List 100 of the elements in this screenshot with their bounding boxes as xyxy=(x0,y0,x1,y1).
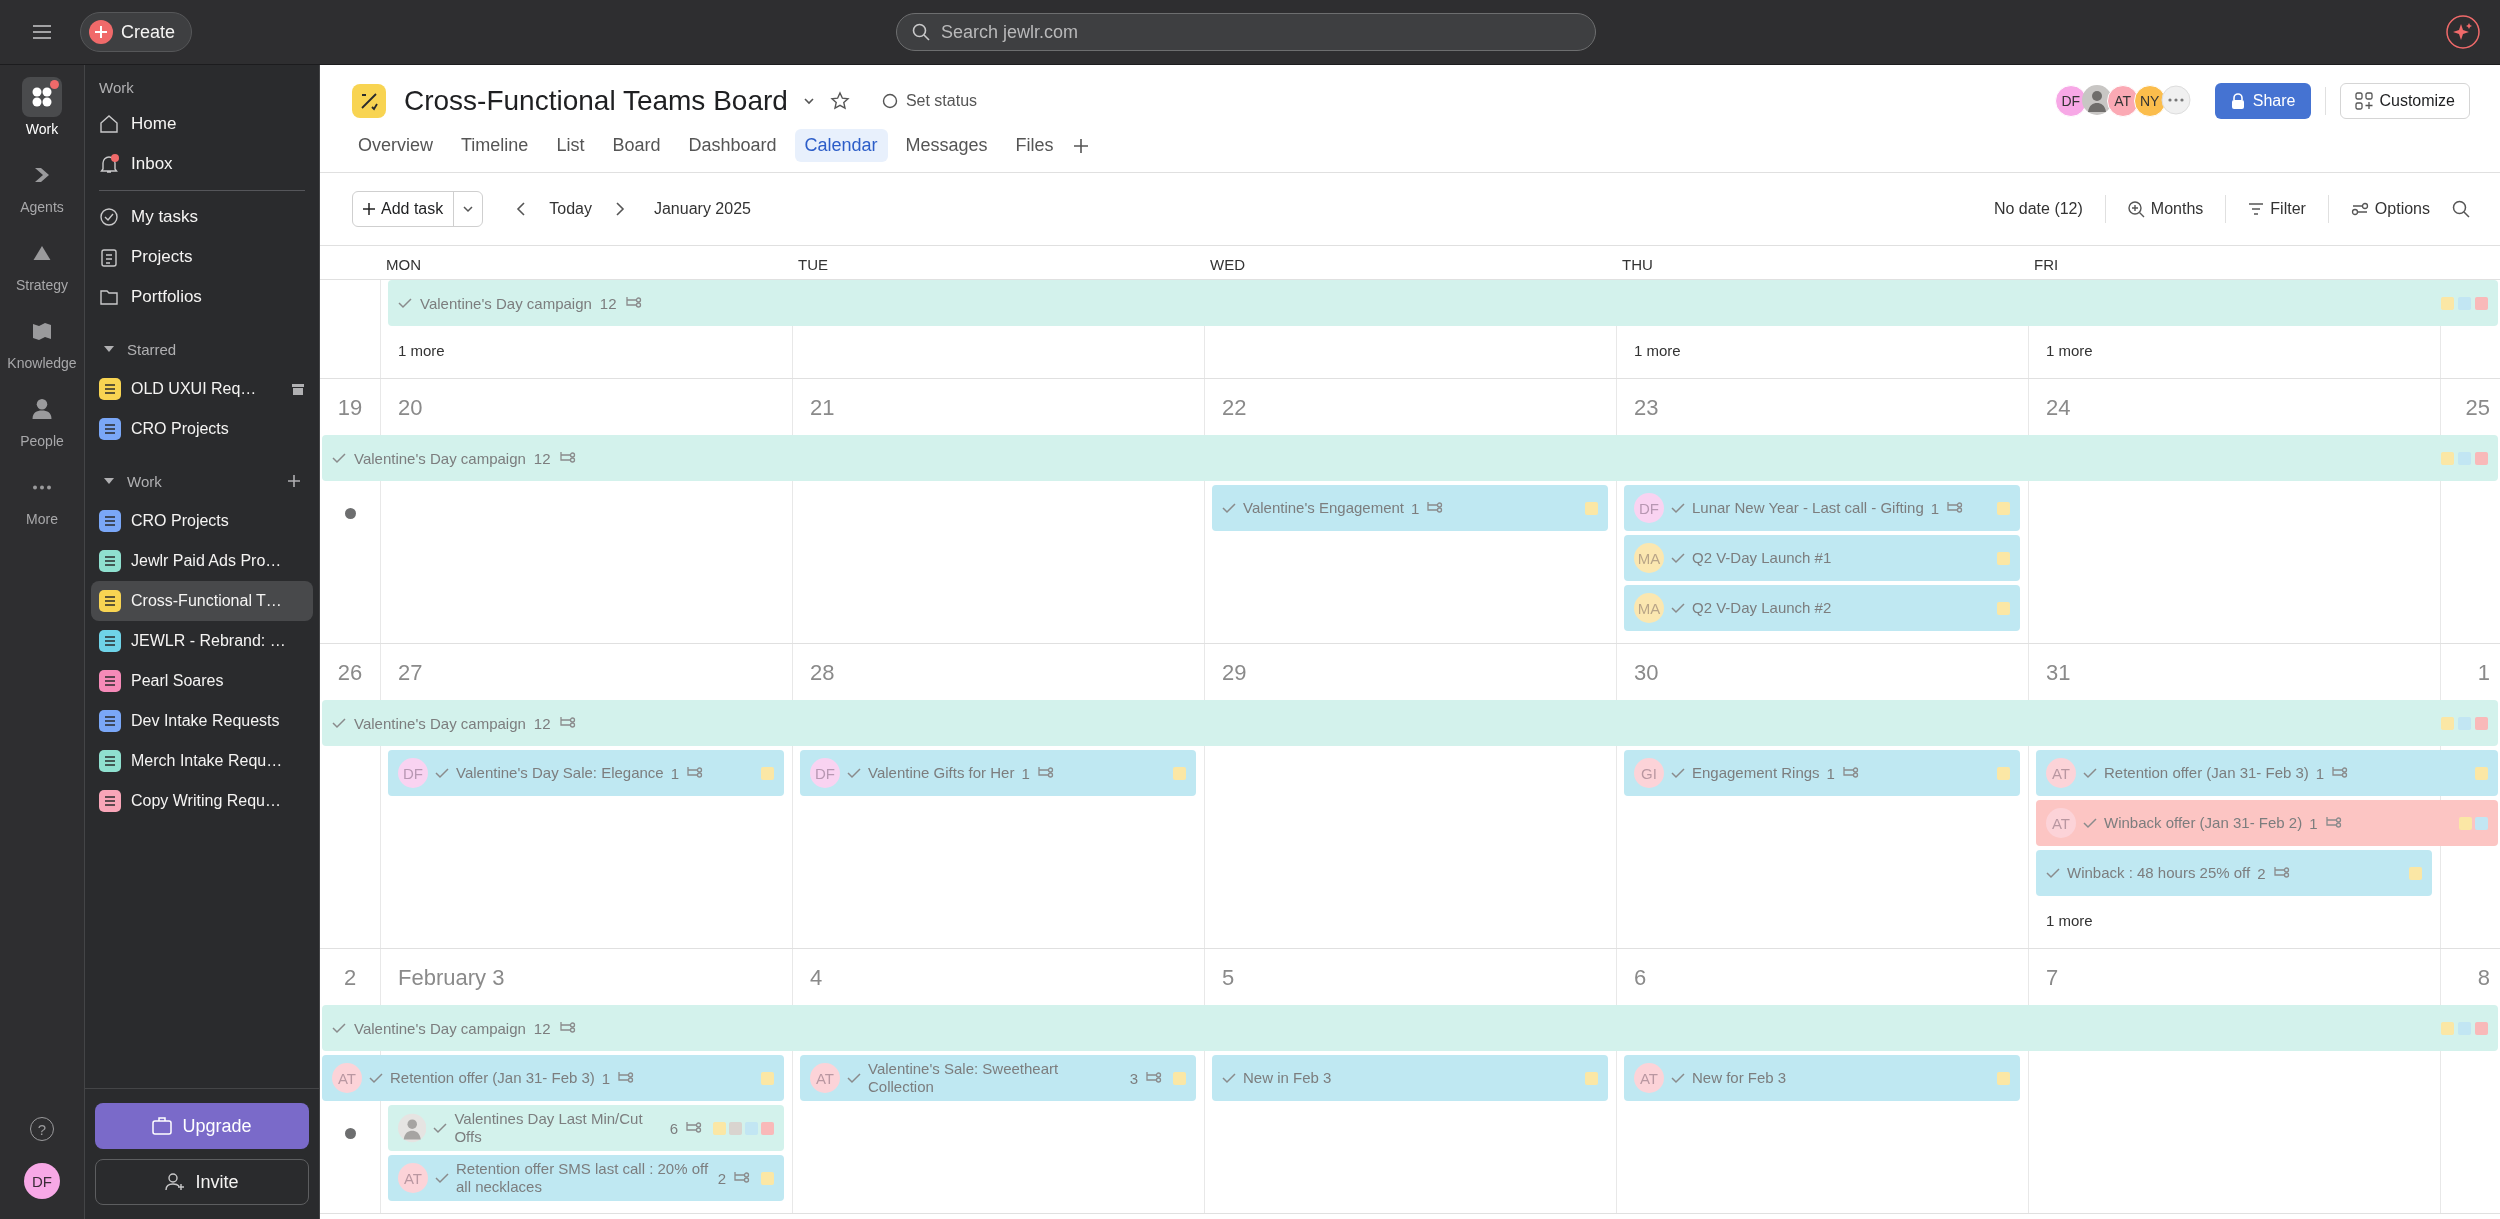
plus-icon[interactable] xyxy=(287,474,301,488)
task-bar[interactable]: Valentines Day Last Min/Cut Offs 6 xyxy=(388,1105,784,1151)
project-item[interactable]: Pearl Soares xyxy=(91,661,313,701)
triangle-icon xyxy=(32,245,52,261)
subtask-count: 1 xyxy=(1930,499,1940,517)
weekday-label: THU xyxy=(1621,256,1654,275)
sidebar-item[interactable]: My tasks xyxy=(91,197,313,237)
project-name: CRO Projects xyxy=(131,512,229,530)
rail-item[interactable]: Agents xyxy=(20,151,64,219)
campaign-bar[interactable]: Valentine's Day campaign 12 xyxy=(322,700,2498,746)
tab[interactable]: Messages xyxy=(895,129,998,162)
invite-button[interactable]: Invite xyxy=(95,1159,309,1205)
more-link[interactable]: 1 more xyxy=(380,330,445,359)
assignee-avatar: GI xyxy=(1634,758,1664,788)
project-item[interactable]: OLD UXUI Req… xyxy=(91,369,313,409)
subtask-icon xyxy=(617,1071,636,1085)
project-item[interactable]: Dev Intake Requests xyxy=(91,701,313,741)
more-link[interactable]: 1 more xyxy=(2028,330,2093,359)
project-item[interactable]: Jewlr Paid Ads Pro… xyxy=(91,541,313,581)
options-button[interactable]: Options xyxy=(2350,200,2430,218)
customize-button[interactable]: Customize xyxy=(2340,83,2470,119)
sidebar-item[interactable]: Home xyxy=(91,104,313,144)
campaign-bar[interactable]: Valentine's Day campaign 12 xyxy=(388,280,2498,326)
months-button[interactable]: Months xyxy=(2127,200,2204,218)
create-button[interactable]: Create xyxy=(80,12,193,52)
tab[interactable]: Files xyxy=(1005,129,1064,162)
more-link[interactable]: 1 more xyxy=(2028,900,2093,929)
set-status-button[interactable]: Set status xyxy=(875,91,984,111)
date-label: 8 xyxy=(2477,964,2490,991)
search-icon[interactable] xyxy=(2452,200,2470,218)
rail-item[interactable]: People xyxy=(20,385,64,453)
check-icon xyxy=(332,717,346,729)
subtask-count: 1 xyxy=(1021,764,1030,782)
project-item[interactable]: Merch Intake Requ… xyxy=(91,741,313,781)
search-icon xyxy=(912,23,931,41)
sidebar-item[interactable]: Projects xyxy=(91,237,313,277)
member-avatar[interactable]: AT xyxy=(2106,85,2139,117)
menu-icon[interactable] xyxy=(32,24,52,40)
project-item[interactable]: CRO Projects xyxy=(91,501,313,541)
assignee-avatar: MA xyxy=(1634,593,1664,623)
task-title: Lunar New Year - Last call - Gifting xyxy=(1692,499,1924,517)
tab[interactable]: Timeline xyxy=(451,129,539,162)
task-title: Winback : 48 hours 25% off xyxy=(2067,864,2251,882)
user-avatar[interactable]: DF xyxy=(24,1163,60,1199)
share-button[interactable]: Share xyxy=(2214,83,2312,119)
check-icon xyxy=(847,767,861,779)
filter-button[interactable]: Filter xyxy=(2248,200,2306,218)
date-label: 27 xyxy=(397,659,423,686)
subtask-icon xyxy=(2272,866,2291,880)
project-name: OLD UXUI Req… xyxy=(131,380,257,398)
task-title: Engagement Rings xyxy=(1692,764,1820,782)
upgrade-button[interactable]: Upgrade xyxy=(95,1103,309,1149)
member-avatar[interactable]: DF xyxy=(2054,85,2087,117)
tab[interactable]: List xyxy=(546,129,595,162)
plus-icon[interactable] xyxy=(1071,136,1090,155)
member-avatar[interactable]: NY xyxy=(2133,85,2166,117)
sidebar-item[interactable]: Inbox xyxy=(91,144,313,184)
avatar-icon[interactable] xyxy=(2081,85,2112,115)
subtask-icon xyxy=(1841,766,1860,780)
date-label: 26 xyxy=(337,659,363,686)
project-item[interactable]: Cross-Functional T… xyxy=(91,581,313,621)
project-item[interactable]: JEWLR - Rebrand: … xyxy=(91,621,313,661)
project-item[interactable]: Copy Writing Requ… xyxy=(91,781,313,821)
no-date-button[interactable]: No date (12) xyxy=(1993,200,2083,218)
subtask-count: 1 xyxy=(1826,764,1835,782)
tab[interactable]: Calendar xyxy=(794,129,888,162)
task-dot[interactable] xyxy=(344,507,356,519)
chevron-right-icon[interactable] xyxy=(613,201,626,217)
tab[interactable]: Dashboard xyxy=(678,129,787,162)
check-icon xyxy=(1671,502,1685,514)
tab[interactable]: Overview xyxy=(348,129,443,162)
campaign-bar[interactable]: Valentine's Day campaign 12 xyxy=(322,435,2498,481)
task-title: Valentine Gifts for Her xyxy=(868,764,1015,782)
sidebar-item[interactable]: Portfolios xyxy=(91,277,313,317)
subtask-count: 12 xyxy=(533,449,551,467)
today-button[interactable]: Today xyxy=(549,200,592,218)
toggle-icon xyxy=(2350,202,2369,216)
check-icon xyxy=(2083,817,2097,829)
project-name: Jewlr Paid Ads Pro… xyxy=(131,552,282,570)
check-icon xyxy=(847,1072,861,1084)
subtask-icon xyxy=(1036,766,1055,780)
date-label: 4 xyxy=(809,964,823,991)
task-title: Valentine's Day campaign xyxy=(354,449,526,467)
project-icon xyxy=(352,84,386,118)
sparkle-icon[interactable] xyxy=(2446,15,2480,49)
assignee-avatar: DF xyxy=(1634,493,1664,523)
rail-item[interactable]: Strategy xyxy=(15,229,69,297)
search-field[interactable]: Search jewlr.com xyxy=(896,13,1597,51)
rail-item[interactable]: More xyxy=(22,463,62,531)
rail-item[interactable]: Knowledge xyxy=(7,307,77,375)
subtask-count: 12 xyxy=(533,1019,551,1037)
subtask-icon xyxy=(2331,766,2350,780)
more-link[interactable]: 1 more xyxy=(1616,330,1681,359)
project-item[interactable]: CRO Projects xyxy=(91,409,313,449)
tab[interactable]: Board xyxy=(602,129,671,162)
weekday-label: MON xyxy=(385,256,422,275)
campaign-bar[interactable]: Valentine's Day campaign 12 xyxy=(322,1005,2498,1051)
chevron-left-icon[interactable] xyxy=(515,201,528,217)
task-dot[interactable] xyxy=(344,1127,356,1139)
star-icon[interactable] xyxy=(829,91,850,111)
